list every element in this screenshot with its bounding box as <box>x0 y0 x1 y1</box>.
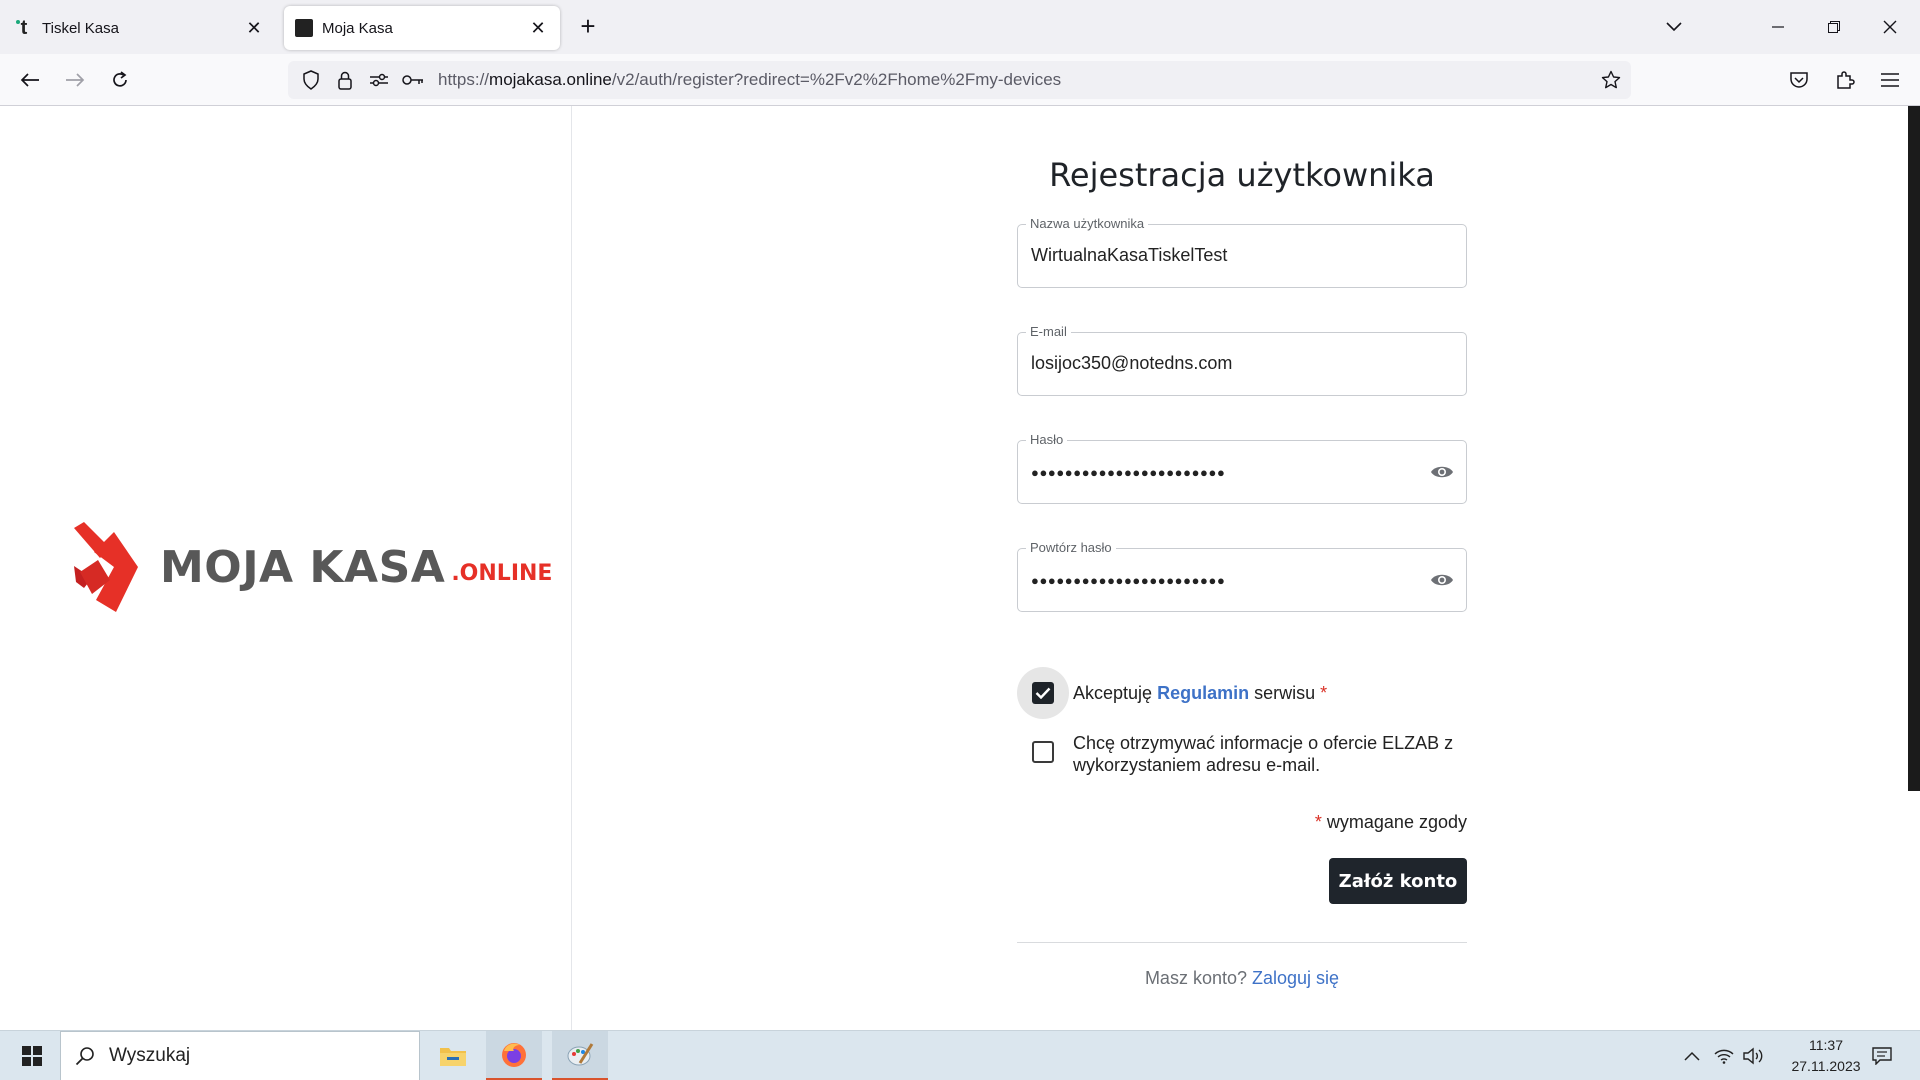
terms-consent-row: Akceptuję Regulamin serwisu * <box>1017 667 1327 719</box>
terms-label: Akceptuję Regulamin serwisu * <box>1073 683 1328 703</box>
windows-logo-icon <box>22 1046 42 1066</box>
volume-icon[interactable] <box>1740 1031 1768 1080</box>
shield-icon[interactable] <box>294 61 328 99</box>
chevron-up-icon <box>1684 1051 1700 1061</box>
key-icon[interactable] <box>396 61 430 99</box>
marketing-checkbox[interactable] <box>1017 726 1069 778</box>
logo-suffix: .ONLINE <box>451 560 553 586</box>
mojakasa-logo: MOJA KASA .ONLINE <box>70 522 552 612</box>
tab-tiskel-kasa[interactable]: t Tiskel Kasa ✕ <box>4 6 276 50</box>
create-account-button[interactable]: Załóż konto <box>1329 858 1467 904</box>
taskbar-search-box[interactable]: Wyszukaj <box>60 1031 420 1080</box>
marketing-label: Chcę otrzymywać informacje o ofercie ELZ… <box>1073 733 1454 775</box>
required-consents-note: * wymagane zgody <box>1314 812 1467 832</box>
marketing-consent-row: Chcę otrzymywać informacje o ofercie ELZ… <box>1017 726 1467 778</box>
folder-icon <box>440 1048 466 1066</box>
show-hidden-icons-button[interactable] <box>1678 1031 1706 1080</box>
chevron-logo-icon <box>74 522 138 612</box>
tab-moja-kasa[interactable]: Moja Kasa ✕ <box>284 6 560 50</box>
show-repeat-password-eye-icon[interactable] <box>1430 570 1454 590</box>
close-icon <box>1883 20 1897 34</box>
tiskel-favicon-icon: t <box>15 16 28 39</box>
chevron-down-icon <box>1666 22 1682 32</box>
page-title: Rejestracja użytkownika <box>1049 156 1435 194</box>
address-bar[interactable]: https://mojakasa.online/v2/auth/register… <box>288 61 1631 99</box>
username-label: Nazwa użytkownika <box>1026 216 1149 231</box>
search-icon <box>75 1047 94 1066</box>
forward-button[interactable] <box>57 62 93 98</box>
repeat-password-value[interactable]: ●●●●●●●●●●●●●●●●●●●●●●● <box>1031 570 1225 592</box>
terms-link[interactable]: Regulamin <box>1157 683 1249 703</box>
checkmark-icon <box>1035 687 1051 699</box>
firefox-icon <box>502 1042 526 1067</box>
page-scrollbar[interactable] <box>1908 106 1920 791</box>
page-content: MOJA KASA .ONLINE Rejestracja użytkownik… <box>0 106 1920 1030</box>
taskbar-clock[interactable]: 11:37 27.11.2023 <box>1784 1035 1868 1077</box>
pocket-button[interactable] <box>1781 62 1817 98</box>
lock-icon[interactable] <box>328 61 362 99</box>
brand-panel: MOJA KASA .ONLINE <box>0 106 572 1030</box>
tab-title: Tiskel Kasa <box>42 19 119 37</box>
terms-checkbox[interactable] <box>1017 667 1069 719</box>
windows-taskbar: Wyszukaj 11:37 27.11.2023 <box>0 1030 1920 1080</box>
checkbox-checked <box>1032 682 1054 704</box>
firefox-taskbar-button[interactable] <box>486 1031 542 1080</box>
mojakasa-favicon-icon <box>294 18 314 38</box>
network-icon[interactable] <box>1710 1031 1738 1080</box>
reload-button[interactable] <box>102 62 138 98</box>
login-prompt: Masz konto? Zaloguj się <box>1144 968 1340 988</box>
notifications-button[interactable] <box>1862 1031 1902 1080</box>
permissions-icon[interactable] <box>362 61 396 99</box>
hamburger-icon <box>1881 73 1899 87</box>
file-explorer-taskbar-button[interactable] <box>425 1031 481 1080</box>
reload-icon <box>113 71 127 87</box>
start-button[interactable] <box>10 1039 54 1073</box>
url-text[interactable]: https://mojakasa.online/v2/auth/register… <box>438 70 1061 90</box>
email-field[interactable]: E-mail losijoc350@notedns.com <box>1017 324 1467 396</box>
clock-time: 11:37 <box>1809 1037 1843 1053</box>
paint-palette-icon <box>567 1042 594 1065</box>
logo-wordmark: MOJA KASA <box>160 541 446 593</box>
back-button[interactable] <box>12 62 48 98</box>
restore-icon <box>1828 21 1840 33</box>
close-tab-icon[interactable]: ✕ <box>526 16 550 40</box>
paint-taskbar-button[interactable] <box>552 1031 608 1080</box>
checkbox-unchecked <box>1032 741 1054 763</box>
email-label: E-mail <box>1026 324 1071 339</box>
menu-button[interactable] <box>1872 62 1908 98</box>
browser-tab-bar: t Tiskel Kasa ✕ Moja Kasa ✕ + <box>0 0 1920 54</box>
repeat-password-label: Powtórz hasło <box>1026 540 1116 555</box>
login-link[interactable]: Zaloguj się <box>1252 968 1339 988</box>
extensions-button[interactable] <box>1827 62 1863 98</box>
notification-icon <box>1872 1047 1892 1065</box>
list-all-tabs-button[interactable] <box>1646 0 1702 54</box>
tab-title: Moja Kasa <box>322 19 393 37</box>
bookmark-star-icon[interactable] <box>1597 66 1625 94</box>
minimize-icon <box>1772 26 1784 28</box>
password-field[interactable]: Hasło ●●●●●●●●●●●●●●●●●●●●●●● <box>1017 432 1467 504</box>
email-value[interactable]: losijoc350@notedns.com <box>1031 353 1232 374</box>
restore-button[interactable] <box>1806 0 1862 54</box>
new-tab-button[interactable]: + <box>574 11 602 41</box>
puzzle-icon <box>1837 71 1855 89</box>
close-window-button[interactable] <box>1862 0 1918 54</box>
repeat-password-field[interactable]: Powtórz hasło ●●●●●●●●●●●●●●●●●●●●●●● <box>1017 540 1467 612</box>
divider <box>1017 942 1467 943</box>
password-value[interactable]: ●●●●●●●●●●●●●●●●●●●●●●● <box>1031 462 1225 484</box>
show-password-eye-icon[interactable] <box>1430 462 1454 482</box>
arrow-left-icon <box>20 73 39 87</box>
clock-date: 27.11.2023 <box>1791 1058 1861 1074</box>
arrow-right-icon <box>66 73 85 87</box>
minimize-button[interactable] <box>1750 0 1806 54</box>
browser-nav-bar: https://mojakasa.online/v2/auth/register… <box>0 54 1920 106</box>
close-tab-icon[interactable]: ✕ <box>242 16 266 40</box>
password-label: Hasło <box>1026 432 1068 447</box>
pocket-icon <box>1790 72 1808 88</box>
username-field[interactable]: Nazwa użytkownika WirtualnaKasaTiskelTes… <box>1017 216 1467 288</box>
username-value[interactable]: WirtualnaKasaTiskelTest <box>1031 245 1227 266</box>
search-placeholder: Wyszukaj <box>109 1045 191 1066</box>
